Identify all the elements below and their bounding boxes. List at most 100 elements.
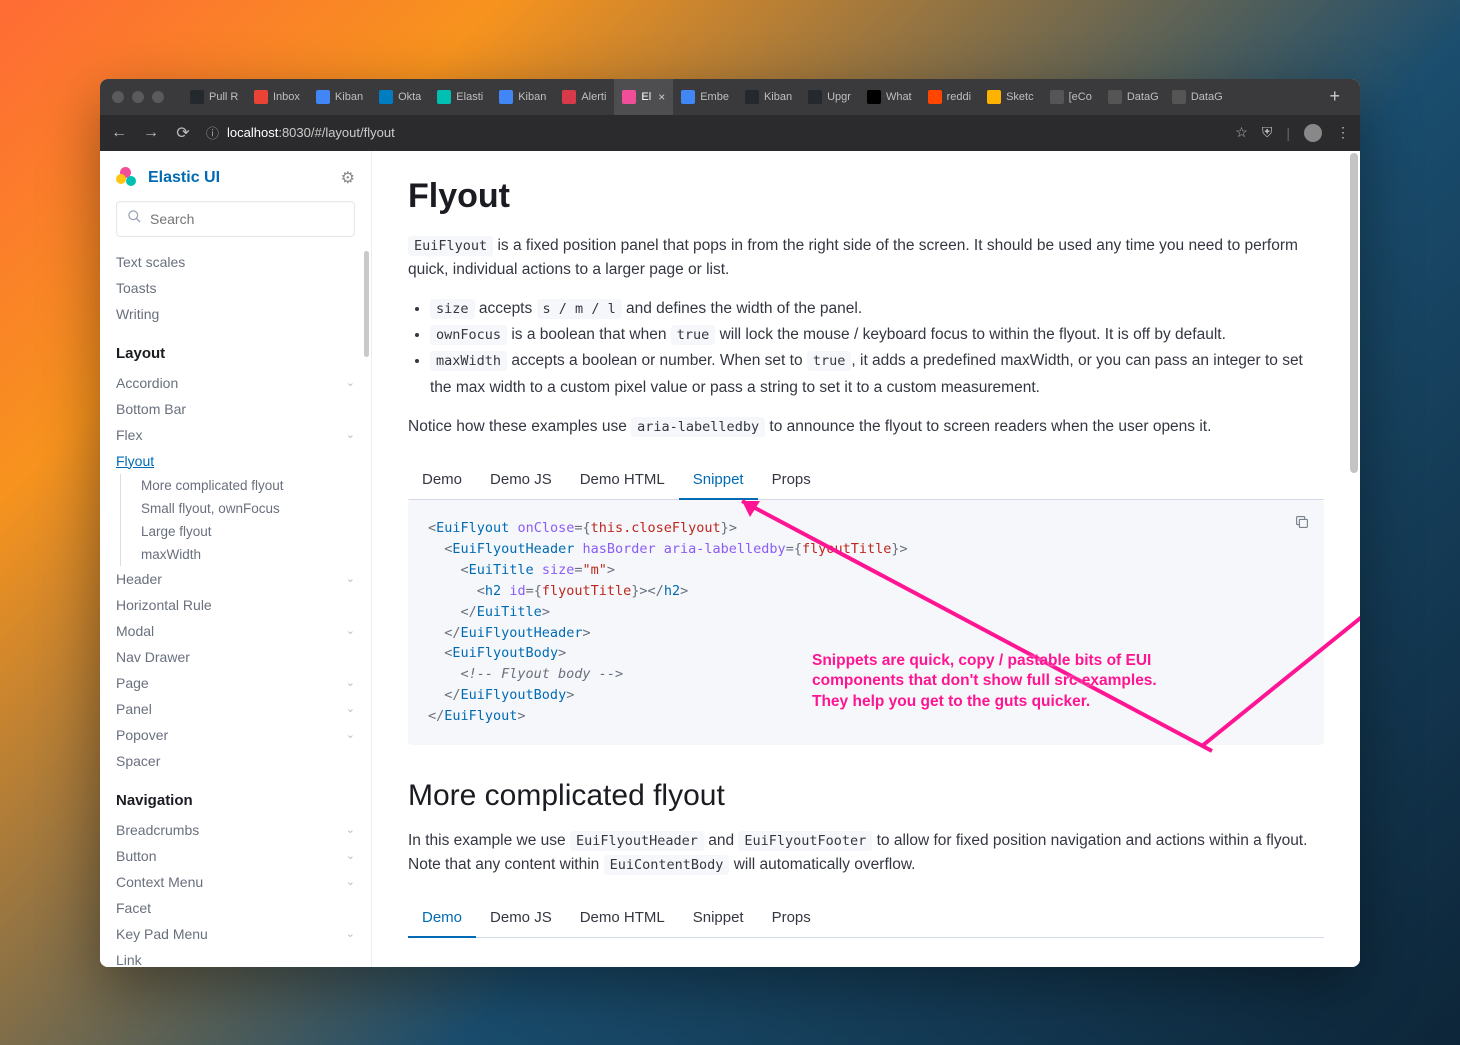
copy-button[interactable] — [1294, 514, 1310, 530]
favicon-icon — [1172, 90, 1186, 104]
shield-icon[interactable]: ⛨ — [1262, 124, 1273, 141]
browser-tab[interactable]: [eCo — [1042, 79, 1100, 115]
nav-list[interactable]: Text scalesToastsWritingLayoutAccordion⌄… — [100, 249, 371, 967]
sidebar-item[interactable]: Toasts — [108, 275, 363, 301]
browser-tab[interactable]: DataG — [1100, 79, 1164, 115]
star-icon[interactable]: ☆ — [1235, 124, 1248, 141]
sidebar-subitem[interactable]: More complicated flyout — [120, 474, 363, 497]
favicon-icon — [867, 90, 881, 104]
forward-button[interactable]: → — [142, 124, 160, 142]
favicon-icon — [622, 90, 636, 104]
gear-icon[interactable]: ⚙ — [341, 168, 355, 188]
traffic-lights[interactable] — [112, 91, 164, 103]
option-item: size accepts s / m / l and defines the w… — [430, 296, 1324, 322]
sidebar-item[interactable]: Nav Drawer — [108, 644, 363, 670]
section-paragraph: In this example we use EuiFlyoutHeader a… — [408, 829, 1324, 877]
tab-props[interactable]: Props — [758, 899, 825, 938]
tab-label: [eCo — [1069, 91, 1092, 103]
sidebar-item-label: Breadcrumbs — [116, 822, 199, 838]
tab-demo-js[interactable]: Demo JS — [476, 899, 566, 938]
sidebar-item[interactable]: Header⌄ — [108, 566, 363, 592]
sidebar-item-label: Page — [116, 675, 149, 691]
url-display[interactable]: ⓘ localhost:8030/#/layout/flyout — [206, 123, 1221, 142]
sidebar-item[interactable]: Page⌄ — [108, 670, 363, 696]
sidebar-item[interactable]: Horizontal Rule — [108, 592, 363, 618]
sidebar-item[interactable]: Bottom Bar — [108, 396, 363, 422]
tab-label: Kiban — [335, 91, 363, 103]
sidebar-subitem[interactable]: Large flyout — [120, 520, 363, 543]
new-tab-button[interactable]: + — [1321, 86, 1348, 107]
sidebar-item[interactable]: Modal⌄ — [108, 618, 363, 644]
browser-tab[interactable]: Okta — [371, 79, 429, 115]
tab-props[interactable]: Props — [758, 461, 825, 500]
browser-tab[interactable]: What — [859, 79, 920, 115]
browser-tab[interactable]: El× — [614, 79, 673, 115]
browser-tab[interactable]: Pull R — [182, 79, 246, 115]
main-content[interactable]: Flyout EuiFlyout is a fixed position pan… — [372, 151, 1360, 967]
tab-snippet[interactable]: Snippet — [679, 461, 758, 500]
sidebar-item[interactable]: Text scales — [108, 249, 363, 275]
favicon-icon — [562, 90, 576, 104]
browser-tab[interactable]: reddi — [920, 79, 979, 115]
reload-button[interactable]: ⟳ — [174, 123, 192, 143]
back-button[interactable]: ← — [110, 124, 128, 142]
site-info-icon[interactable]: ⓘ — [206, 123, 219, 142]
browser-window: Pull RInboxKibanOktaElastiKibanAlertiEl×… — [100, 79, 1360, 967]
sidebar-item[interactable]: Facet — [108, 895, 363, 921]
browser-tab[interactable]: Kiban — [737, 79, 800, 115]
sidebar-item[interactable]: Popover⌄ — [108, 722, 363, 748]
tab-demo-js[interactable]: Demo JS — [476, 461, 566, 500]
page-title: Flyout — [408, 177, 1324, 216]
chevron-down-icon: ⌄ — [346, 927, 355, 940]
browser-tab[interactable]: Kiban — [308, 79, 371, 115]
browser-tab[interactable]: Kiban — [491, 79, 554, 115]
sidebar-item[interactable]: Flyout — [108, 448, 363, 474]
sidebar-item[interactable]: Flex⌄ — [108, 422, 363, 448]
brand[interactable]: Elastic UI — [116, 167, 220, 189]
browser-tab[interactable]: DataG — [1164, 79, 1228, 115]
browser-tab[interactable]: Upgr — [800, 79, 859, 115]
sidebar-item[interactable]: Breadcrumbs⌄ — [108, 817, 363, 843]
browser-tab[interactable]: Embe — [673, 79, 737, 115]
sidebar-item-label: Flyout — [116, 453, 154, 469]
sidebar-item[interactable]: Key Pad Menu⌄ — [108, 921, 363, 947]
favicon-icon — [987, 90, 1001, 104]
sidebar-item[interactable]: Writing — [108, 301, 363, 327]
tab-label: DataG — [1191, 91, 1223, 103]
sidebar-item[interactable]: Link — [108, 947, 363, 967]
browser-tab[interactable]: Sketc — [979, 79, 1042, 115]
sidebar: Elastic UI ⚙ Text scalesToastsWritingLay… — [100, 151, 372, 967]
chevron-down-icon: ⌄ — [346, 875, 355, 888]
browser-tab[interactable]: Alerti — [554, 79, 614, 115]
sidebar-item[interactable]: Context Menu⌄ — [108, 869, 363, 895]
sidebar-item[interactable]: Accordion⌄ — [108, 370, 363, 396]
close-icon[interactable]: × — [658, 90, 665, 104]
tab-demo-html[interactable]: Demo HTML — [566, 461, 679, 500]
search-input[interactable] — [150, 211, 344, 227]
sidebar-subitem[interactable]: Small flyout, ownFocus — [120, 497, 363, 520]
sidebar-item-label: Bottom Bar — [116, 401, 186, 417]
sidebar-item-label: Flex — [116, 427, 142, 443]
tab-demo-html[interactable]: Demo HTML — [566, 899, 679, 938]
sidebar-item[interactable]: Spacer — [108, 748, 363, 774]
sidebar-item[interactable]: Button⌄ — [108, 843, 363, 869]
profile-avatar[interactable] — [1304, 124, 1322, 142]
tab-snippet[interactable]: Snippet — [679, 899, 758, 938]
option-item: ownFocus is a boolean that when true wil… — [430, 322, 1324, 348]
favicon-icon — [808, 90, 822, 104]
menu-icon[interactable]: ⋮ — [1336, 124, 1350, 141]
favicon-icon — [928, 90, 942, 104]
sidebar-item[interactable]: Panel⌄ — [108, 696, 363, 722]
page-scrollbar[interactable] — [1350, 153, 1358, 473]
tab-demo[interactable]: Demo — [408, 899, 476, 938]
browser-tab[interactable]: Elasti — [429, 79, 491, 115]
sidebar-scrollbar[interactable] — [364, 251, 369, 357]
sidebar-subitem[interactable]: maxWidth — [120, 543, 363, 566]
tab-label: Embe — [700, 91, 729, 103]
favicon-icon — [1050, 90, 1064, 104]
tab-demo[interactable]: Demo — [408, 461, 476, 500]
url-host: localhost — [227, 125, 278, 140]
search-box[interactable] — [116, 201, 355, 237]
sidebar-item-label: Writing — [116, 306, 159, 322]
browser-tab[interactable]: Inbox — [246, 79, 308, 115]
